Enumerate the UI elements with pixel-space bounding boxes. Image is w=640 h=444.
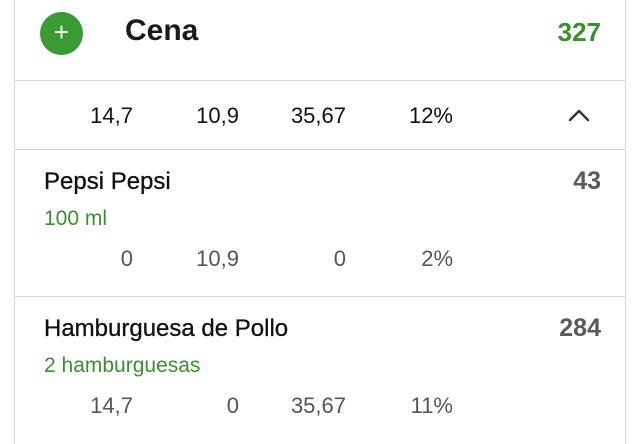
- food-list: Pepsi Pepsi 100 ml 43 0 10,9 0 2% Hambur…: [15, 150, 625, 444]
- food-kcal: 43: [573, 167, 601, 195]
- food-item[interactable]: Hamburguesa de Pollo 2 hamburguesas 284 …: [15, 297, 625, 443]
- food-name: Hamburguesa de Pollo: [44, 315, 289, 342]
- food-fat: 35,67: [290, 393, 346, 418]
- food-quantity: 100 ml: [44, 207, 108, 230]
- food-percent: 11%: [410, 393, 453, 418]
- food-fat: 0: [333, 246, 346, 271]
- food-protein: 0: [120, 246, 133, 271]
- food-quantity: 2 hamburguesas: [44, 354, 201, 377]
- total-protein: 14,7: [90, 103, 133, 128]
- meal-total-kcal: 327: [557, 17, 601, 47]
- total-carbs: 10,9: [196, 103, 239, 128]
- food-item[interactable]: Pepsi Pepsi 100 ml 43 0 10,9 0 2%: [15, 150, 625, 296]
- meal-totals-row: 14,7 10,9 35,67 12%: [15, 81, 625, 149]
- meal-header: + Cena 327: [15, 0, 625, 80]
- meal-title: Cena: [125, 14, 199, 47]
- chevron-up-icon[interactable]: [567, 107, 591, 123]
- add-food-button[interactable]: +: [40, 12, 83, 55]
- food-kcal: 284: [559, 314, 601, 342]
- total-percent: 12%: [408, 103, 453, 128]
- food-name: Pepsi Pepsi: [44, 168, 171, 195]
- food-protein: 14,7: [90, 393, 133, 418]
- food-percent: 2%: [421, 246, 453, 271]
- plus-icon: +: [53, 17, 70, 47]
- food-carbs: 0: [226, 393, 239, 418]
- food-carbs: 10,9: [196, 246, 239, 271]
- meal-card: + Cena 327 14,7 10,9 35,67 12% Pepsi Pep…: [14, 0, 626, 444]
- total-fat: 35,67: [290, 103, 346, 128]
